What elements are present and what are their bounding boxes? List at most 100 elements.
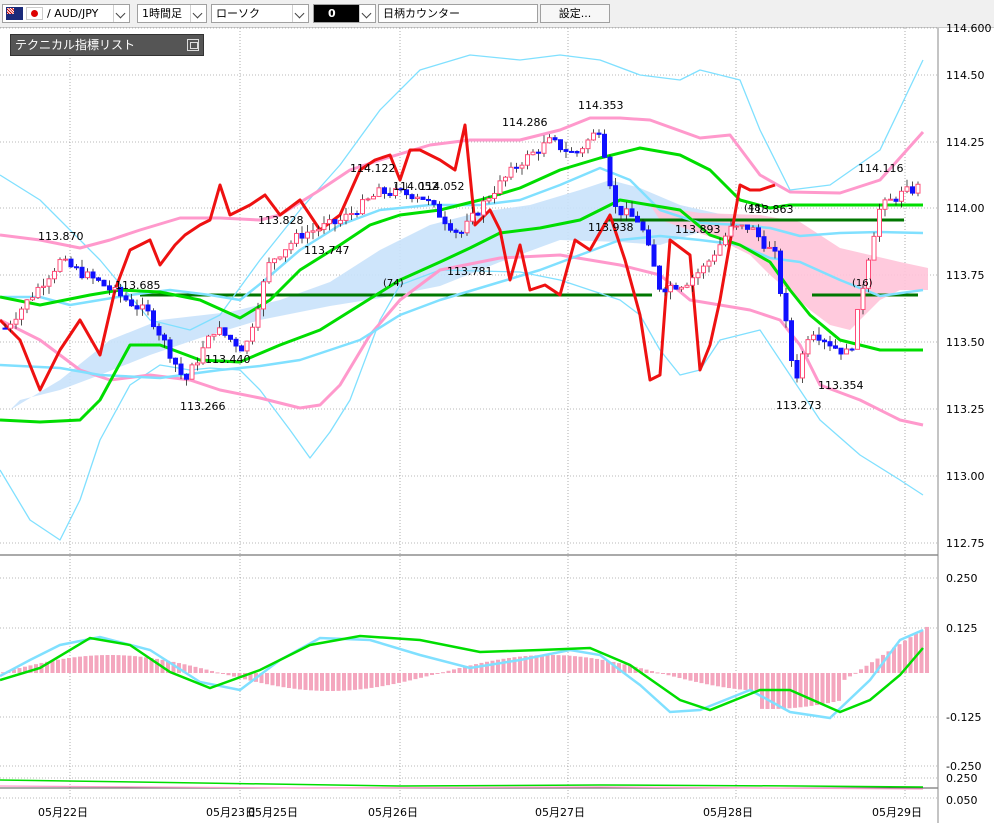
candle-body xyxy=(266,262,272,283)
macd-histogram-bar xyxy=(83,656,88,673)
candle-body xyxy=(167,339,173,359)
macd-histogram-bar xyxy=(232,673,236,677)
technical-indicator-list-panel[interactable]: テクニカル指標リスト xyxy=(10,34,204,56)
candle-body xyxy=(2,327,8,330)
candle-body xyxy=(470,212,475,222)
macd-histogram-bar xyxy=(226,673,231,676)
price-label: 114.353 xyxy=(578,99,624,112)
macd-histogram-bar xyxy=(127,655,132,673)
candle-body xyxy=(690,277,695,286)
macd-histogram-bar xyxy=(853,672,858,674)
macd-histogram-bar xyxy=(430,673,434,676)
macd-histogram-bar xyxy=(78,656,82,673)
macd-histogram-bar xyxy=(749,673,753,691)
macd-histogram-bar xyxy=(650,671,654,673)
macd-histogram-bar xyxy=(265,673,269,685)
annotation-label: (16) xyxy=(852,278,873,289)
macd-histogram-bar xyxy=(402,673,407,682)
indicator-list-label: テクニカル指標リスト xyxy=(15,38,136,52)
date-axis-label: 05月26日 xyxy=(368,806,418,819)
candle-body xyxy=(420,196,426,200)
candle-body xyxy=(387,192,393,197)
macd-histogram-bar xyxy=(314,673,319,691)
candle-body xyxy=(140,304,145,310)
candle-body xyxy=(415,196,420,200)
candle-body xyxy=(613,185,618,207)
candle-body xyxy=(464,220,470,234)
macd-histogram-bar xyxy=(804,673,808,707)
macd-histogram-bar xyxy=(408,673,412,681)
candle-body xyxy=(574,151,580,154)
candle-body xyxy=(602,133,607,158)
candle-body xyxy=(211,333,217,337)
macd-histogram-bar xyxy=(298,673,302,690)
candle-body xyxy=(239,345,244,352)
candle-body xyxy=(833,345,838,349)
macd-histogram-bar xyxy=(424,673,429,677)
macd-histogram-bar xyxy=(303,673,308,690)
macd-histogram-bar xyxy=(716,673,720,687)
candle-body xyxy=(800,353,805,379)
candle-body xyxy=(343,213,349,221)
candle-body xyxy=(35,286,41,299)
macd-histogram-bar xyxy=(221,673,225,674)
macd-histogram-bar xyxy=(732,673,737,689)
macd-histogram-bar xyxy=(435,673,440,674)
date-axis-label: 05月29日 xyxy=(872,806,922,819)
candle-body xyxy=(299,232,305,239)
candle-body xyxy=(767,246,772,249)
macd-histogram-bar xyxy=(380,673,385,687)
candle-body xyxy=(563,149,569,152)
candle-body xyxy=(783,292,789,322)
candle-body xyxy=(233,338,239,347)
macd-histogram-bar xyxy=(281,673,286,688)
macd-histogram-bar xyxy=(188,665,192,673)
candle-body xyxy=(316,228,321,232)
candle-body xyxy=(607,156,613,187)
candle-body xyxy=(701,265,706,274)
price-label: 113.273 xyxy=(776,399,822,412)
candle-body xyxy=(662,288,668,293)
price-label: 114.122 xyxy=(350,162,396,175)
sub-axis-label: 0.050 xyxy=(946,794,978,807)
macd-histogram-bar xyxy=(540,655,544,673)
macd-histogram-bar xyxy=(347,673,352,691)
candle-body xyxy=(349,213,354,216)
candle-body xyxy=(855,308,860,350)
candle-body xyxy=(217,327,222,335)
macd-histogram-bar xyxy=(292,673,297,689)
candle-body xyxy=(717,244,723,256)
price-axis-label: 114.25 xyxy=(946,136,985,149)
candle-body xyxy=(899,190,904,202)
sub-axis-label: 0.250 xyxy=(946,772,978,785)
macd-histogram-bar xyxy=(116,655,121,673)
candle-body xyxy=(580,148,585,154)
candle-body xyxy=(376,187,382,197)
candle-body xyxy=(475,212,481,216)
candle-body xyxy=(162,334,167,341)
macd-histogram-bar xyxy=(17,668,22,673)
macd-histogram-bar xyxy=(573,656,577,673)
candle-body xyxy=(618,205,624,216)
macd-histogram-bar xyxy=(452,669,456,673)
price-label: 113.828 xyxy=(258,214,304,227)
candle-body xyxy=(910,186,915,194)
macd-histogram-bar xyxy=(848,673,852,677)
macd-histogram-bar xyxy=(600,659,605,673)
price-chart[interactable]: 113.870 113.685 113.440 113.266 113.828 113.7… xyxy=(0,0,994,823)
candle-body xyxy=(448,223,453,231)
candle-body xyxy=(354,213,360,216)
candle-body xyxy=(63,258,68,261)
candle-body xyxy=(321,223,327,230)
macd-histogram-bar xyxy=(89,655,93,673)
candle-body xyxy=(789,320,794,362)
candle-body xyxy=(503,176,508,182)
candle-body xyxy=(486,197,492,202)
macd-histogram-bar xyxy=(721,673,726,688)
minimize-icon[interactable] xyxy=(187,39,199,51)
macd-histogram-bar xyxy=(441,672,445,674)
candle-body xyxy=(514,166,519,169)
candle-body xyxy=(734,225,739,228)
macd-histogram-bar xyxy=(457,668,462,673)
candle-body xyxy=(712,254,717,262)
